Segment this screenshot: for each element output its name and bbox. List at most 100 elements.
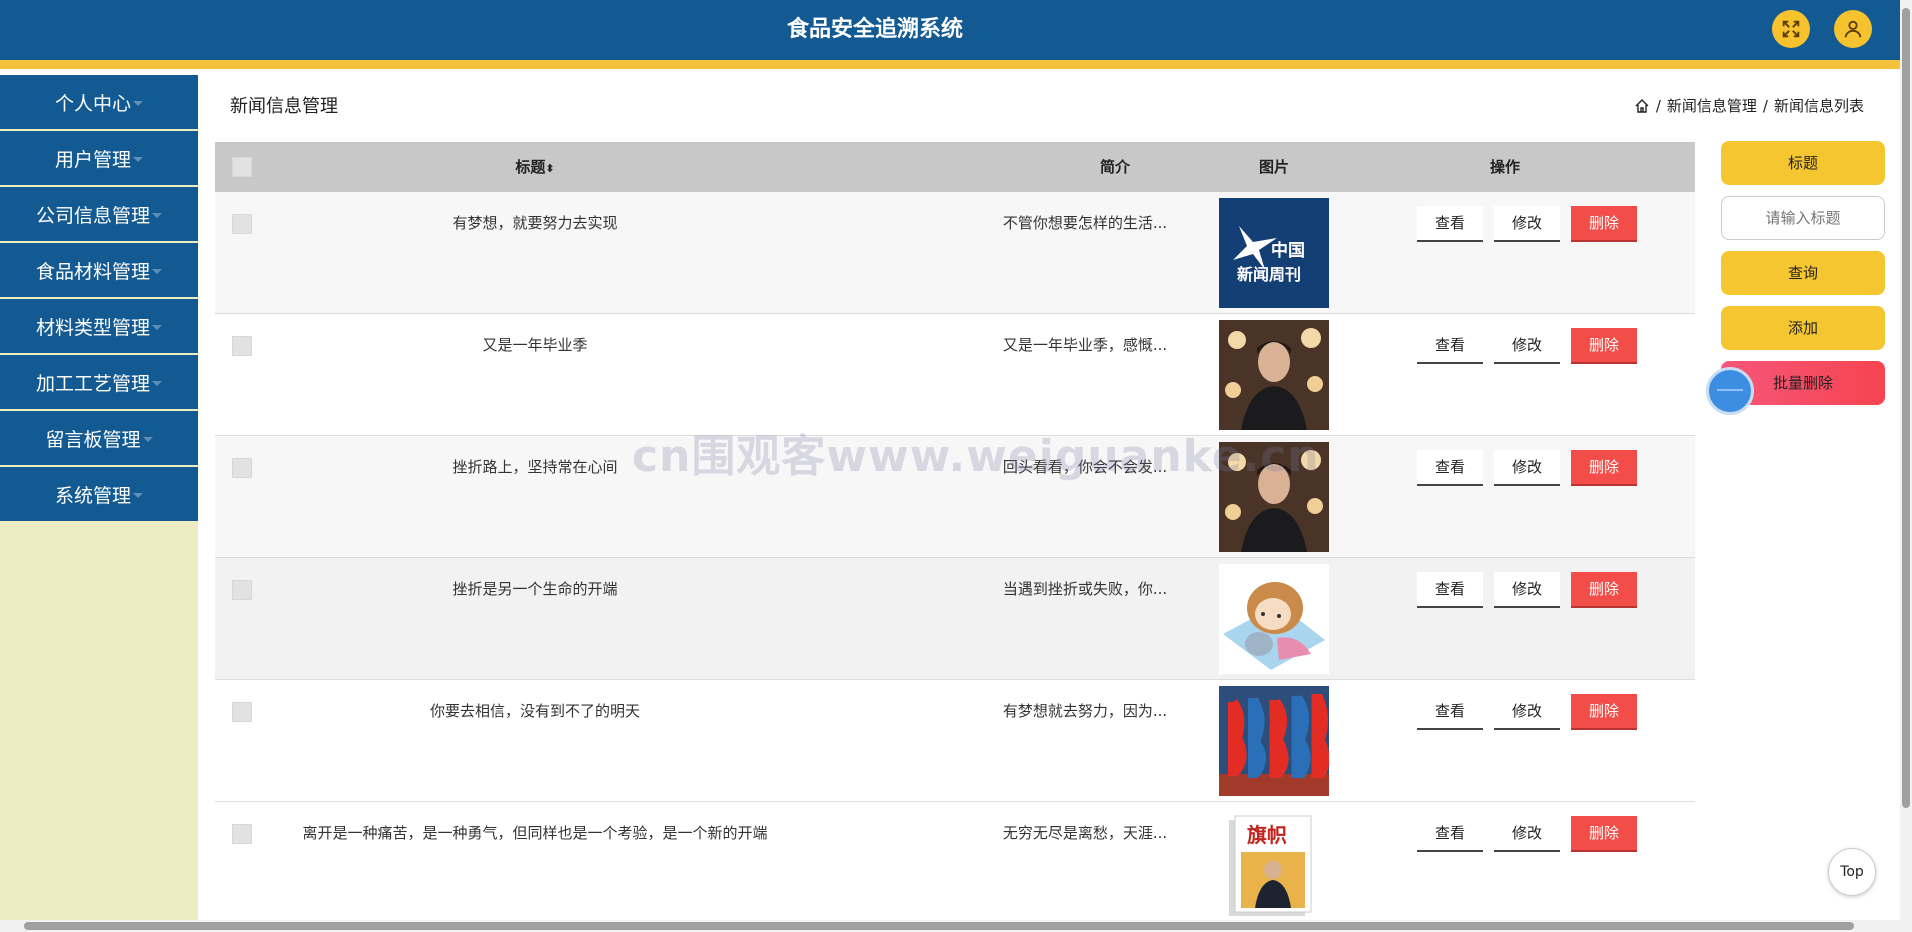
row-title: 挫折路上，坚持常在心间 (452, 458, 618, 476)
sidebar-item-label: 用户管理 (54, 148, 131, 171)
row-title: 离开是一种痛苦，是一种勇气，但同样也是一个考验，是一个新的开端 (302, 824, 768, 842)
delete-button[interactable]: 删除 (1571, 572, 1637, 608)
sidebar-item-label: 加工工艺管理 (35, 372, 150, 395)
row-title: 有梦想，就要努力去实现 (452, 214, 618, 232)
title-label-button[interactable]: 标题 (1721, 141, 1885, 185)
expand-icon (1782, 20, 1800, 38)
select-all-checkbox[interactable] (232, 157, 252, 177)
horizontal-scrollbar[interactable] (0, 920, 1900, 932)
breadcrumb: / 新闻信息管理 / 新闻信息列表 (1634, 95, 1864, 116)
news-table: 标题⬍ 简介 图片 操作 有梦想，就要努力去实现 不管你想要怎样的生活... 中… (215, 142, 1695, 923)
news-image (1219, 686, 1329, 796)
edit-button[interactable]: 修改 (1494, 328, 1560, 364)
delete-button[interactable]: 删除 (1571, 206, 1637, 242)
breadcrumb-item-news-management[interactable]: 新闻信息管理 (1667, 95, 1757, 116)
caret-down-icon (152, 380, 162, 386)
view-button[interactable]: 查看 (1417, 450, 1483, 486)
delete-button[interactable]: 删除 (1571, 450, 1637, 486)
row-intro: 有梦想就去努力，因为... (1002, 702, 1168, 720)
caret-down-icon (133, 492, 143, 498)
delete-button[interactable]: 删除 (1571, 816, 1637, 852)
table-row: 挫折路上，坚持常在心间 回头看看，你会不会发... 查看 修改 删除 (215, 436, 1695, 558)
edit-button[interactable]: 修改 (1494, 816, 1560, 852)
caret-down-icon (133, 156, 143, 162)
caret-down-icon (133, 100, 143, 106)
fullscreen-button[interactable] (1772, 10, 1810, 48)
caret-down-icon (142, 436, 153, 442)
delete-button[interactable]: 删除 (1571, 328, 1637, 364)
view-button[interactable]: 查看 (1417, 328, 1483, 364)
table-header: 标题⬍ 简介 图片 操作 (215, 142, 1695, 192)
svg-text:旗帜: 旗帜 (1247, 823, 1287, 847)
edit-button[interactable]: 修改 (1494, 694, 1560, 730)
row-intro: 回头看看，你会不会发... (1002, 458, 1168, 476)
column-header-intro: 简介 (1099, 158, 1130, 176)
row-checkbox[interactable] (232, 336, 252, 356)
sidebar-item-label: 个人中心 (54, 92, 131, 115)
sidebar-item-system[interactable]: 系统管理 (0, 467, 198, 521)
news-image (1219, 320, 1329, 430)
sidebar-item-message-board[interactable]: 留言板管理 (0, 411, 198, 465)
sidebar-item-personal-center[interactable]: 个人中心 (0, 75, 198, 129)
breadcrumb-item-news-list: 新闻信息列表 (1773, 97, 1864, 115)
column-header-actions: 操作 (1489, 158, 1520, 176)
row-intro: 无穷无尽是离愁，天涯... (1002, 824, 1168, 842)
sort-icon[interactable]: ⬍ (545, 162, 554, 175)
row-title: 又是一年毕业季 (482, 336, 588, 354)
sidebar-item-label: 食品材料管理 (35, 260, 150, 283)
vertical-scrollbar[interactable] (1900, 0, 1912, 932)
row-checkbox[interactable] (232, 214, 252, 234)
sidebar: 个人中心 用户管理 公司信息管理 食品材料管理 材料类型管理 加工工艺管理 留言… (0, 75, 198, 932)
svg-text:中国: 中国 (1271, 240, 1305, 261)
row-intro: 不管你想要怎样的生活... (1002, 214, 1168, 232)
sidebar-item-user-management[interactable]: 用户管理 (0, 131, 198, 185)
view-button[interactable]: 查看 (1417, 816, 1483, 852)
sidebar-item-label: 材料类型管理 (35, 316, 150, 339)
row-checkbox[interactable] (232, 824, 252, 844)
table-row: 挫折是另一个生命的开端 当遇到挫折或失败，你... 查看 修改 删除 (215, 558, 1695, 680)
floating-assistant-icon[interactable] (1706, 367, 1754, 415)
sidebar-item-processing[interactable]: 加工工艺管理 (0, 355, 198, 409)
user-icon (1844, 20, 1862, 38)
title-search-input[interactable] (1721, 196, 1885, 240)
edit-button[interactable]: 修改 (1494, 572, 1560, 608)
row-title: 你要去相信，没有到不了的明天 (429, 702, 640, 720)
news-image (1219, 442, 1329, 552)
row-intro: 又是一年毕业季，感慨... (1002, 336, 1168, 354)
table-row: 有梦想，就要努力去实现 不管你想要怎样的生活... 中国 新闻周刊 查看 修改 … (215, 192, 1695, 314)
table-row: 又是一年毕业季 又是一年毕业季，感慨... 查看 修改 删除 (215, 314, 1695, 436)
table-row: 离开是一种痛苦，是一种勇气，但同样也是一个考验，是一个新的开端 无穷无尽是离愁，… (215, 802, 1695, 923)
view-button[interactable]: 查看 (1417, 572, 1483, 608)
sidebar-item-label: 系统管理 (54, 484, 131, 507)
view-button[interactable]: 查看 (1417, 694, 1483, 730)
edit-button[interactable]: 修改 (1494, 206, 1560, 242)
app-title: 食品安全追溯系统 (786, 17, 963, 42)
caret-down-icon (152, 212, 162, 218)
sidebar-item-material-type[interactable]: 材料类型管理 (0, 299, 198, 353)
header-stripe (0, 60, 1900, 69)
column-header-image: 图片 (1258, 158, 1289, 176)
column-title-label: 标题 (515, 158, 546, 176)
news-image: 旗帜 (1219, 808, 1329, 918)
svg-text:新闻周刊: 新闻周刊 (1237, 265, 1301, 284)
column-header-title[interactable]: 标题⬍ (365, 142, 705, 192)
view-button[interactable]: 查看 (1417, 206, 1483, 242)
home-icon[interactable] (1634, 98, 1650, 114)
back-to-top-button[interactable]: Top (1828, 848, 1876, 896)
edit-button[interactable]: 修改 (1494, 450, 1560, 486)
query-button[interactable]: 查询 (1721, 251, 1885, 295)
news-image: 中国 新闻周刊 (1219, 198, 1329, 308)
sidebar-item-label: 留言板管理 (45, 428, 141, 451)
add-button[interactable]: 添加 (1721, 306, 1885, 350)
delete-button[interactable]: 删除 (1571, 694, 1637, 730)
breadcrumb-sep: / (1762, 96, 1768, 115)
row-checkbox[interactable] (232, 580, 252, 600)
page-title: 新闻信息管理 (230, 96, 338, 117)
news-image (1219, 564, 1329, 674)
row-checkbox[interactable] (232, 702, 252, 722)
sidebar-item-food-material[interactable]: 食品材料管理 (0, 243, 198, 297)
sidebar-item-label: 公司信息管理 (35, 204, 150, 227)
sidebar-item-company-info[interactable]: 公司信息管理 (0, 187, 198, 241)
row-checkbox[interactable] (232, 458, 252, 478)
user-button[interactable] (1834, 10, 1872, 48)
